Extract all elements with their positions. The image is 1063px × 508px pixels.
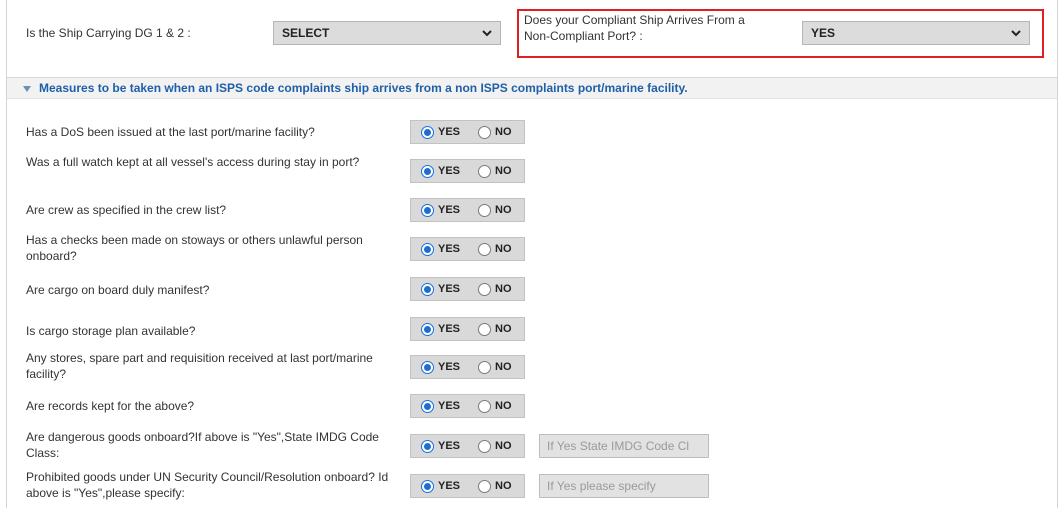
yes-label: YES <box>438 283 461 295</box>
yes-label: YES <box>438 126 461 138</box>
no-radio[interactable] <box>478 126 491 139</box>
yes-radio[interactable] <box>421 323 434 336</box>
noncompliant-label: Does your Compliant Ship Arrives From a … <box>524 12 794 44</box>
yes-no-radio-group: YES NO <box>410 120 525 144</box>
section-header[interactable]: Measures to be taken when an ISPS code c… <box>7 77 1057 99</box>
yes-no-radio-group: YES NO <box>410 277 525 301</box>
question-text: Has a DoS been issued at the last port/m… <box>26 125 315 139</box>
no-radio[interactable] <box>478 204 491 217</box>
question-text: Are crew as specified in the crew list? <box>26 203 227 217</box>
chevron-down-icon <box>1011 30 1021 37</box>
no-label: NO <box>495 323 512 335</box>
yes-radio[interactable] <box>421 243 434 256</box>
section-title: Measures to be taken when an ISPS code c… <box>39 81 688 95</box>
yes-no-radio-group: YES NO <box>410 198 525 222</box>
noncompliant-select[interactable]: YES <box>802 21 1030 45</box>
yes-no-radio-group: YES NO <box>410 317 525 341</box>
yes-label: YES <box>438 440 461 452</box>
yes-no-radio-group: YES NO <box>410 394 525 418</box>
chevron-down-icon <box>482 30 492 37</box>
yes-no-radio-group: YES NO <box>410 355 525 379</box>
no-radio[interactable] <box>478 243 491 256</box>
noncompliant-label-line1: Does your Compliant Ship Arrives From a <box>524 13 745 27</box>
no-radio[interactable] <box>478 165 491 178</box>
question-text: Are cargo on board duly manifest? <box>26 283 210 297</box>
no-radio[interactable] <box>478 440 491 453</box>
no-radio[interactable] <box>478 323 491 336</box>
question-text: Any stores, spare part and requisition r… <box>26 351 373 381</box>
question-text: Was a full watch kept at all vessel's ac… <box>26 155 360 169</box>
no-label: NO <box>495 440 512 452</box>
yes-label: YES <box>438 243 461 255</box>
imdg-code-class-input[interactable] <box>539 434 709 458</box>
yes-no-radio-group: YES NO <box>410 237 525 261</box>
no-label: NO <box>495 126 512 138</box>
yes-label: YES <box>438 165 461 177</box>
yes-label: YES <box>438 480 461 492</box>
yes-radio[interactable] <box>421 165 434 178</box>
yes-label: YES <box>438 400 461 412</box>
yes-radio[interactable] <box>421 361 434 374</box>
no-radio[interactable] <box>478 283 491 296</box>
yes-radio[interactable] <box>421 400 434 413</box>
no-label: NO <box>495 204 512 216</box>
no-label: NO <box>495 400 512 412</box>
dg-select[interactable]: SELECT <box>273 21 501 45</box>
yes-radio[interactable] <box>421 480 434 493</box>
yes-radio[interactable] <box>421 440 434 453</box>
noncompliant-label-line2: Non-Compliant Port? : <box>524 29 643 43</box>
question-text: Are records kept for the above? <box>26 399 195 413</box>
collapse-triangle-icon[interactable] <box>22 84 32 94</box>
top-row: Is the Ship Carrying DG 1 & 2 : SELECT D… <box>7 0 1057 68</box>
question-text: Is cargo storage plan available? <box>26 324 196 338</box>
no-radio[interactable] <box>478 480 491 493</box>
no-label: NO <box>495 165 512 177</box>
yes-radio[interactable] <box>421 204 434 217</box>
yes-radio[interactable] <box>421 126 434 139</box>
no-radio[interactable] <box>478 361 491 374</box>
no-label: NO <box>495 480 512 492</box>
dg-select-value: SELECT <box>282 26 330 40</box>
yes-label: YES <box>438 323 461 335</box>
question-text: Are dangerous goods onboard?If above is … <box>26 430 379 460</box>
yes-no-radio-group: YES NO <box>410 474 525 498</box>
no-label: NO <box>495 243 512 255</box>
yes-no-radio-group: YES NO <box>410 159 525 183</box>
yes-no-radio-group: YES NO <box>410 434 525 458</box>
yes-label: YES <box>438 204 461 216</box>
yes-radio[interactable] <box>421 283 434 296</box>
form-panel: Is the Ship Carrying DG 1 & 2 : SELECT D… <box>6 0 1058 508</box>
yes-label: YES <box>438 361 461 373</box>
prohibited-goods-input[interactable] <box>539 474 709 498</box>
no-label: NO <box>495 361 512 373</box>
question-text: Prohibited goods under UN Security Counc… <box>26 470 389 500</box>
no-label: NO <box>495 283 512 295</box>
no-radio[interactable] <box>478 400 491 413</box>
question-text: Has a checks been made on stoways or oth… <box>26 233 363 263</box>
noncompliant-select-value: YES <box>811 26 836 40</box>
dg-label: Is the Ship Carrying DG 1 & 2 : <box>26 26 191 40</box>
